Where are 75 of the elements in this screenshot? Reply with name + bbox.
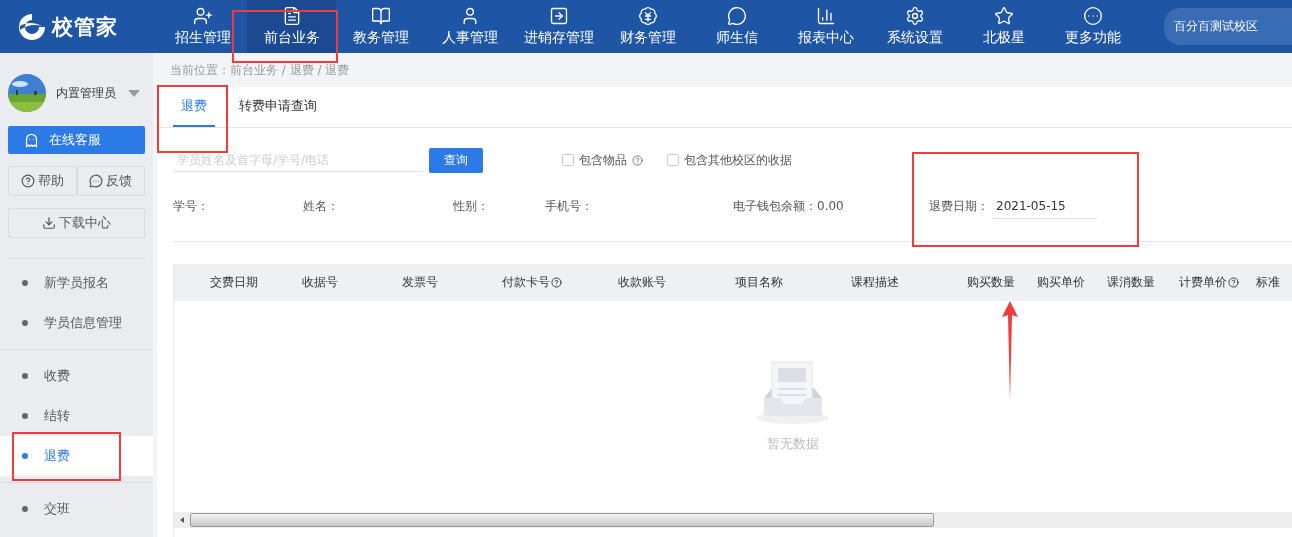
- nav-tab[interactable]: 招生管理: [158, 0, 247, 53]
- book-icon: [370, 6, 391, 26]
- column-header: 标准: [1256, 274, 1281, 291]
- checkbox-label: 包含物品: [579, 151, 627, 169]
- help-icon: [1228, 277, 1239, 288]
- nav-tab[interactable]: 师生信: [692, 0, 781, 53]
- empty-text: 暂无数据: [767, 436, 819, 453]
- download-center-button[interactable]: 下载中心: [8, 208, 145, 238]
- nav-tab[interactable]: 更多功能: [1048, 0, 1137, 53]
- help-button[interactable]: 帮助: [8, 166, 77, 196]
- info-label: 电子钱包余额：0.00: [733, 198, 845, 215]
- checkbox[interactable]: [562, 154, 574, 166]
- arrow-square-icon: [548, 6, 569, 26]
- feedback-button[interactable]: 反馈: [76, 166, 145, 196]
- help-icon: [20, 174, 35, 188]
- sidebar-item[interactable]: 交班: [0, 489, 153, 529]
- breadcrumb: 当前位置：前台业务 / 退费 / 退费: [169, 61, 351, 79]
- column-header: 计费单价: [1179, 274, 1256, 291]
- search-button[interactable]: 查询: [429, 147, 483, 173]
- caret-icon[interactable]: [128, 89, 140, 97]
- info-label: 性别：: [453, 198, 490, 215]
- column-header: 发票号: [402, 274, 439, 291]
- nav-tab[interactable]: 人事管理: [425, 0, 514, 53]
- nav-tab[interactable]: 北极星: [959, 0, 1048, 53]
- checkbox-label: 包含其他校区的收据: [684, 151, 792, 169]
- date-label: 退费日期：: [929, 198, 989, 215]
- tab[interactable]: 退费: [173, 87, 215, 127]
- star-icon: [993, 6, 1014, 26]
- horizontal-scrollbar[interactable]: [174, 512, 1292, 528]
- empty-inbox-icon: [756, 360, 830, 426]
- column-header: 项目名称: [735, 274, 784, 291]
- sidebar-item[interactable]: 收费: [0, 356, 153, 396]
- checkbox[interactable]: [667, 154, 679, 166]
- column-header: 课消数量: [1107, 274, 1156, 291]
- bar-chart-icon: [815, 6, 836, 26]
- scroll-thumb[interactable]: [190, 513, 934, 527]
- nav-tab[interactable]: 系统设置: [870, 0, 959, 53]
- info-label: 学号：: [173, 198, 210, 215]
- scroll-left-icon[interactable]: [178, 516, 186, 524]
- nav-tab[interactable]: 进销存管理: [514, 0, 603, 53]
- more-icon: [1082, 6, 1103, 26]
- yen-badge-icon: [637, 6, 658, 26]
- column-header: 购买数量: [967, 274, 1016, 291]
- nav-tab[interactable]: 教务管理: [336, 0, 425, 53]
- sidebar-item[interactable]: 结转: [0, 396, 153, 436]
- sidebar-item[interactable]: 新学员报名: [0, 263, 153, 303]
- column-header: 收据号: [302, 274, 339, 291]
- online-service-button[interactable]: 在线客服: [8, 126, 145, 154]
- user-plus-icon: [192, 6, 213, 26]
- info-label: 姓名：: [303, 198, 340, 215]
- highlight-frame: [157, 85, 228, 153]
- logo-icon: [16, 11, 48, 42]
- help-icon: [551, 277, 562, 288]
- nav-tab[interactable]: 报表中心: [781, 0, 870, 53]
- sidebar-item[interactable]: 退费: [0, 436, 153, 476]
- sidebar-item[interactable]: 学员信息管理: [0, 303, 153, 343]
- user-name[interactable]: 内置管理员: [56, 84, 116, 102]
- settings-icon: [904, 6, 925, 26]
- logo-text: 校管家: [52, 13, 118, 41]
- ghost-icon: [24, 132, 39, 148]
- nav-tab[interactable]: 财务管理: [603, 0, 692, 53]
- chat-icon: [726, 6, 747, 26]
- info-label: 手机号：: [545, 198, 594, 215]
- column-header: 付款卡号: [502, 274, 618, 291]
- column-header: 购买单价: [1037, 274, 1086, 291]
- column-header: 交费日期: [210, 274, 259, 291]
- tab[interactable]: 转费申请查询: [231, 87, 325, 127]
- download-icon: [42, 216, 56, 230]
- date-field[interactable]: 2021-05-15: [993, 194, 1097, 219]
- campus-selector[interactable]: 百分百测试校区: [1164, 8, 1292, 45]
- column-header: 收款账号: [618, 274, 667, 291]
- help-icon: [632, 154, 643, 166]
- column-header: 课程描述: [851, 274, 900, 291]
- nav-tab[interactable]: 前台业务: [247, 0, 336, 53]
- chat-icon: [89, 174, 104, 188]
